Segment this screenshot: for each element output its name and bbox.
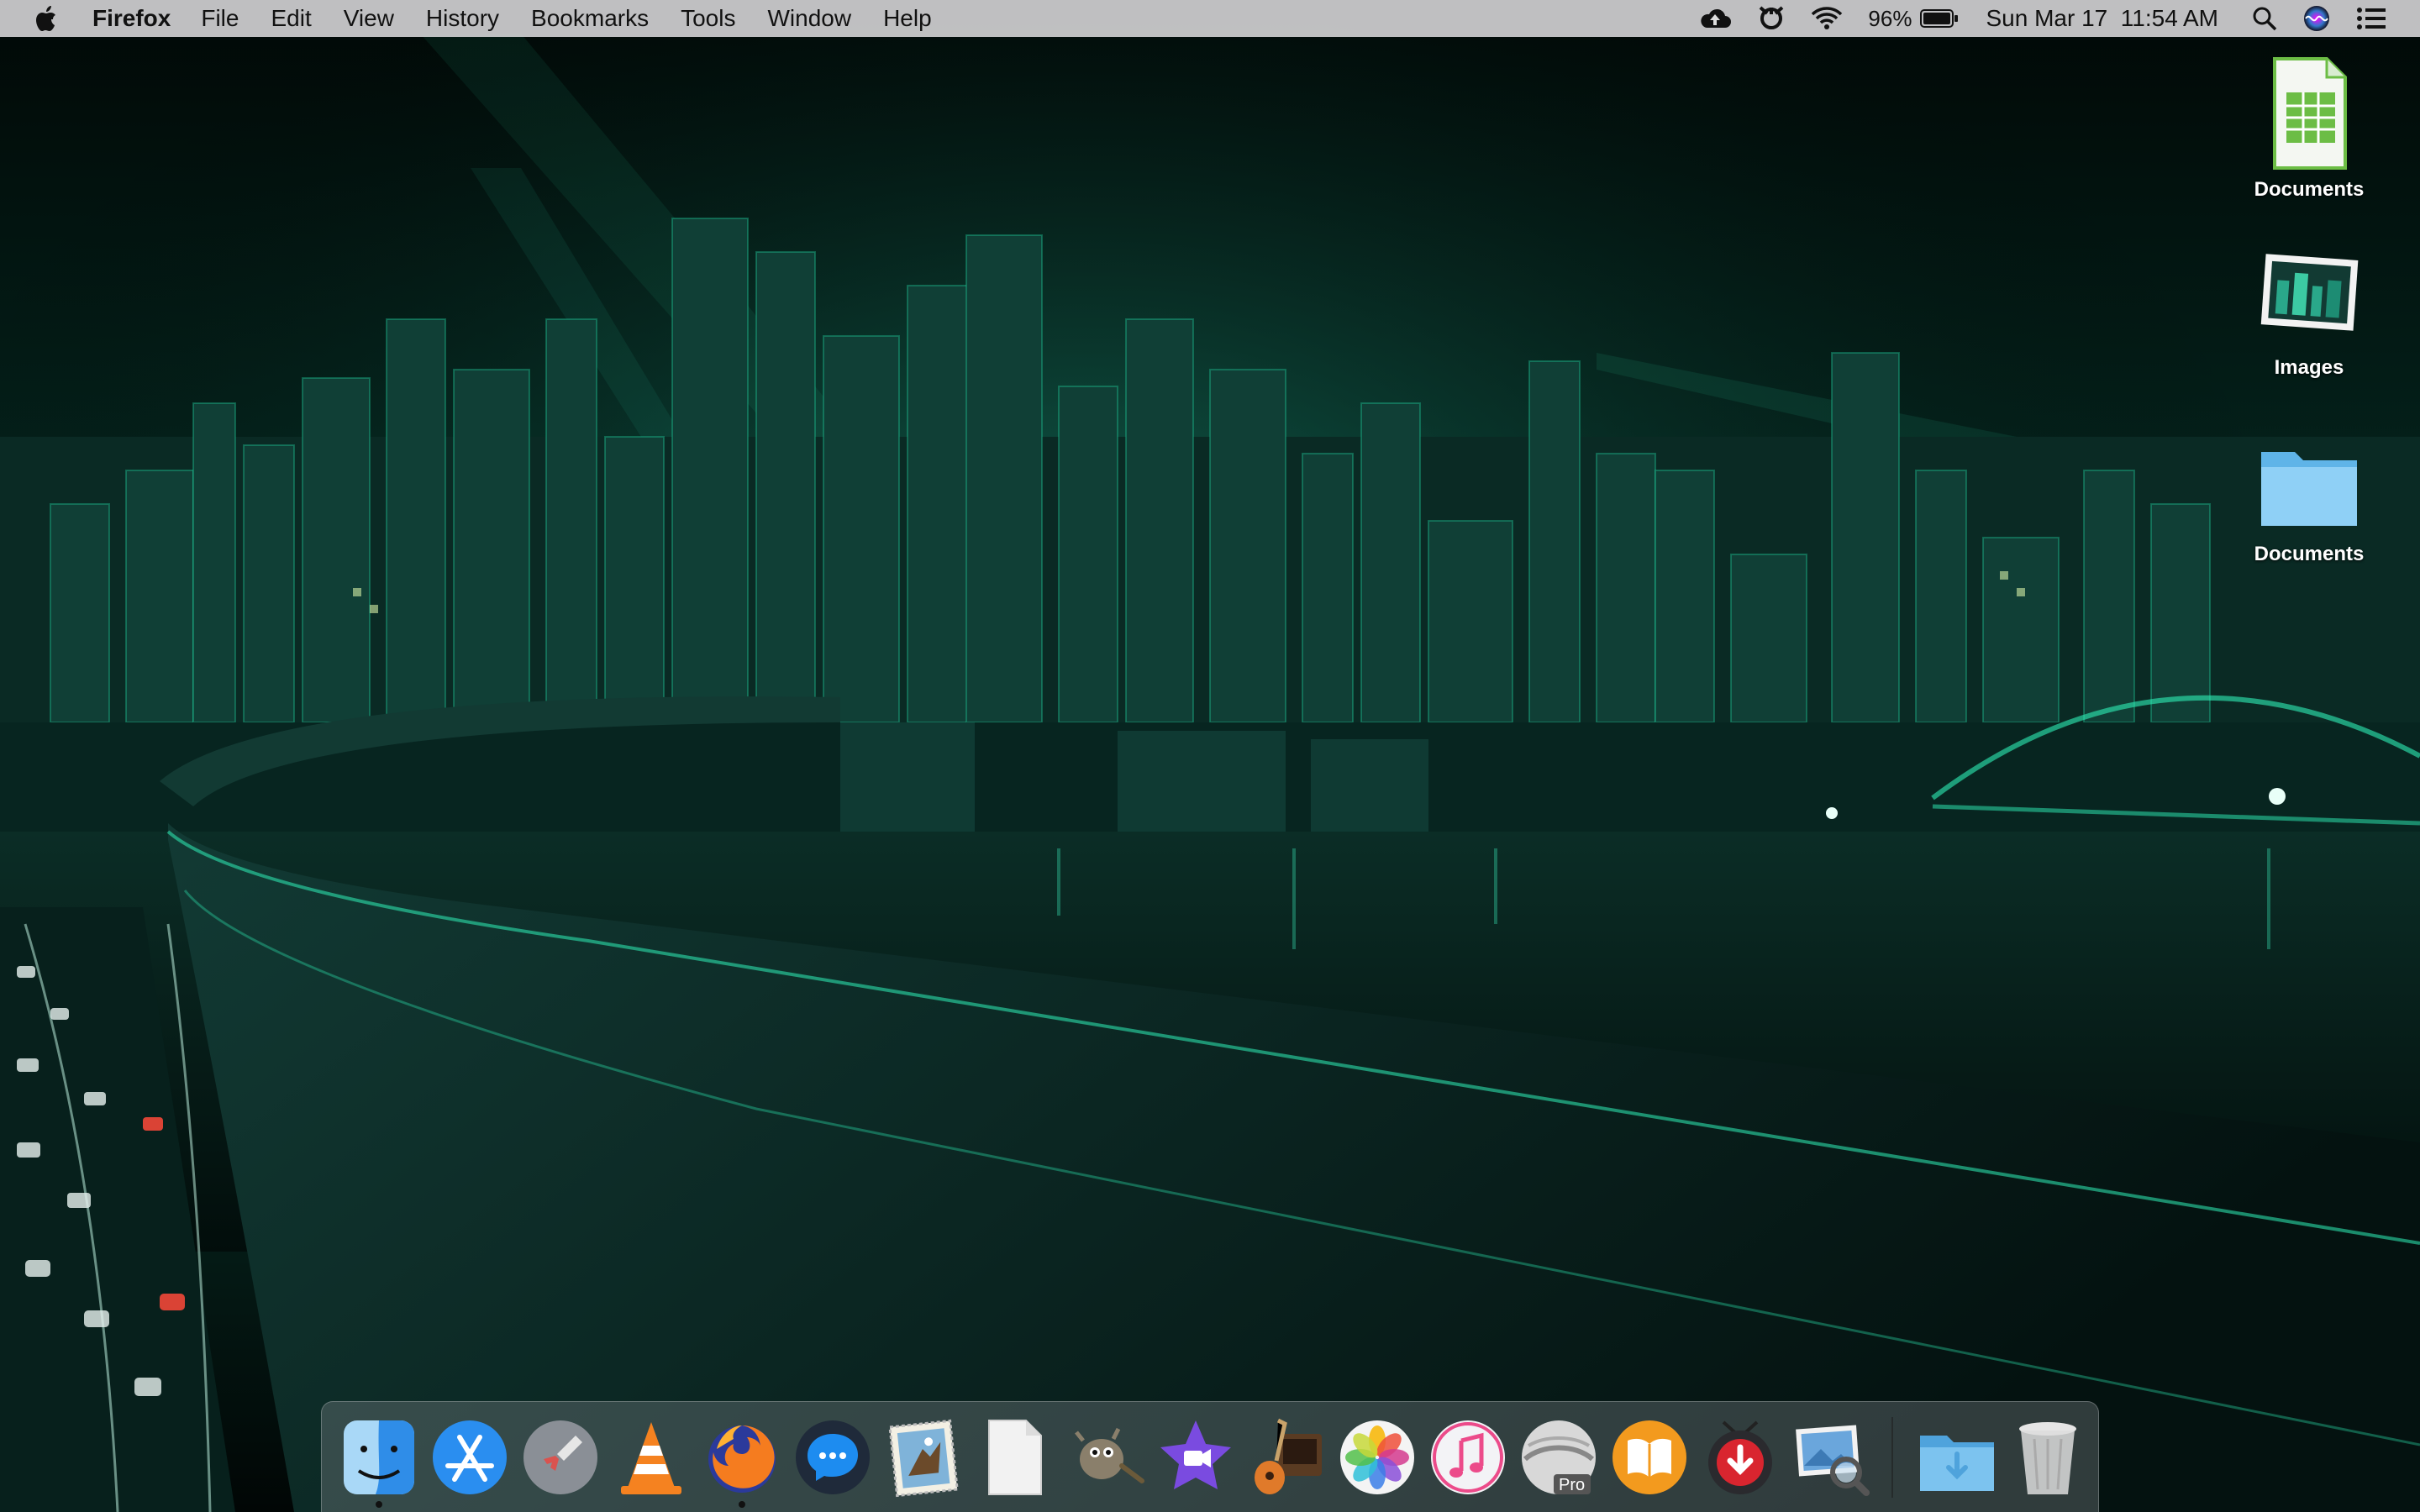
blank-document-icon: [988, 1420, 1042, 1495]
spotlight-search-icon[interactable]: [2252, 6, 2277, 31]
dock-item-launchpad[interactable]: [518, 1415, 602, 1499]
dock-item-gimp[interactable]: [1063, 1415, 1147, 1499]
gimp-icon: [1075, 1427, 1144, 1483]
battery-percentage[interactable]: 96%: [1868, 6, 1912, 32]
dock-item-photos[interactable]: [1335, 1415, 1419, 1499]
dock-item-imovie[interactable]: [1154, 1415, 1238, 1499]
downie-icon: [1708, 1420, 1772, 1494]
dock-item-textedit[interactable]: [972, 1415, 1056, 1499]
running-indicator: [739, 1501, 745, 1508]
menubar-clock[interactable]: Sun Mar 17 11:54 AM: [1986, 5, 2218, 32]
books-icon: [1612, 1420, 1686, 1494]
dock-item-itunes[interactable]: [1426, 1415, 1510, 1499]
folder-icon: [2261, 452, 2357, 526]
itunes-icon: [1431, 1420, 1505, 1494]
garageband-guitar-icon: [1255, 1418, 1322, 1494]
downloads-folder-icon: [1920, 1436, 1994, 1491]
dock-item-books[interactable]: [1607, 1415, 1691, 1499]
dock-item-google-earth-pro[interactable]: Pro: [1517, 1415, 1601, 1499]
dock-item-messenger[interactable]: [791, 1415, 875, 1499]
pro-badge: Pro: [1559, 1476, 1586, 1494]
messenger-icon: [796, 1420, 870, 1494]
imovie-star-icon: [1160, 1420, 1231, 1489]
dock-item-vlc[interactable]: [609, 1415, 693, 1499]
avast-icon[interactable]: [1757, 4, 1786, 33]
finder-icon: [344, 1420, 414, 1494]
dock-item-downloads[interactable]: [1915, 1415, 1999, 1499]
siri-icon[interactable]: [2302, 4, 2331, 33]
notification-center-icon[interactable]: [2356, 6, 2386, 31]
wifi-icon[interactable]: [1811, 6, 1843, 31]
vlc-icon: [621, 1422, 681, 1494]
desktop-wallpaper: [0, 0, 2420, 1512]
spreadsheet-file-icon: [2273, 57, 2347, 170]
firefox-icon: [708, 1425, 776, 1493]
cloud-upload-icon[interactable]: [1698, 6, 1732, 31]
dock-item-preview[interactable]: [1789, 1415, 1873, 1499]
launchpad-icon: [523, 1420, 597, 1494]
dock-item-app-store[interactable]: [428, 1415, 512, 1499]
menu-view[interactable]: View: [344, 5, 394, 32]
battery-icon[interactable]: [1920, 8, 1959, 29]
menu-edit[interactable]: Edit: [271, 5, 311, 32]
dock-item-downie[interactable]: [1698, 1415, 1782, 1499]
menu-bookmarks[interactable]: Bookmarks: [531, 5, 649, 32]
menu-window[interactable]: Window: [767, 5, 851, 32]
app-name-menu[interactable]: Firefox: [92, 5, 171, 32]
menu-help[interactable]: Help: [883, 5, 932, 32]
desktop-icon-label: Documents: [2254, 178, 2365, 201]
desktop-icon-label: Documents: [2254, 543, 2365, 565]
dock-separator: [1891, 1417, 1893, 1498]
trash-icon: [2019, 1422, 2076, 1494]
desktop-icon-documents-spreadsheet[interactable]: Documents: [2225, 54, 2393, 202]
apple-icon[interactable]: [34, 3, 62, 34]
menu-history[interactable]: History: [426, 5, 499, 32]
menu-bar: Firefox File Edit View History Bookmarks…: [0, 0, 2420, 37]
menu-tools[interactable]: Tools: [681, 5, 735, 32]
dock: Pro: [321, 1401, 2099, 1512]
dock-item-trash[interactable]: [2006, 1415, 2090, 1499]
dock-item-finder[interactable]: [337, 1415, 421, 1499]
menu-file[interactable]: File: [201, 5, 239, 32]
running-indicator: [376, 1501, 382, 1508]
desktop-icon-label: Images: [2274, 356, 2344, 379]
image-file-icon: [2260, 254, 2359, 331]
photos-icon: [1340, 1420, 1414, 1494]
dock-item-firefox[interactable]: [700, 1415, 784, 1499]
desktop-icon-documents-folder[interactable]: Documents: [2225, 435, 2393, 566]
dock-item-garageband[interactable]: [1244, 1415, 1328, 1499]
preview-icon: [1796, 1425, 1870, 1496]
dock-item-mail[interactable]: [881, 1415, 965, 1499]
desktop-icon-images[interactable]: Images: [2225, 249, 2393, 380]
mail-stamp-icon: [888, 1419, 959, 1498]
app-store-icon: [433, 1420, 507, 1494]
